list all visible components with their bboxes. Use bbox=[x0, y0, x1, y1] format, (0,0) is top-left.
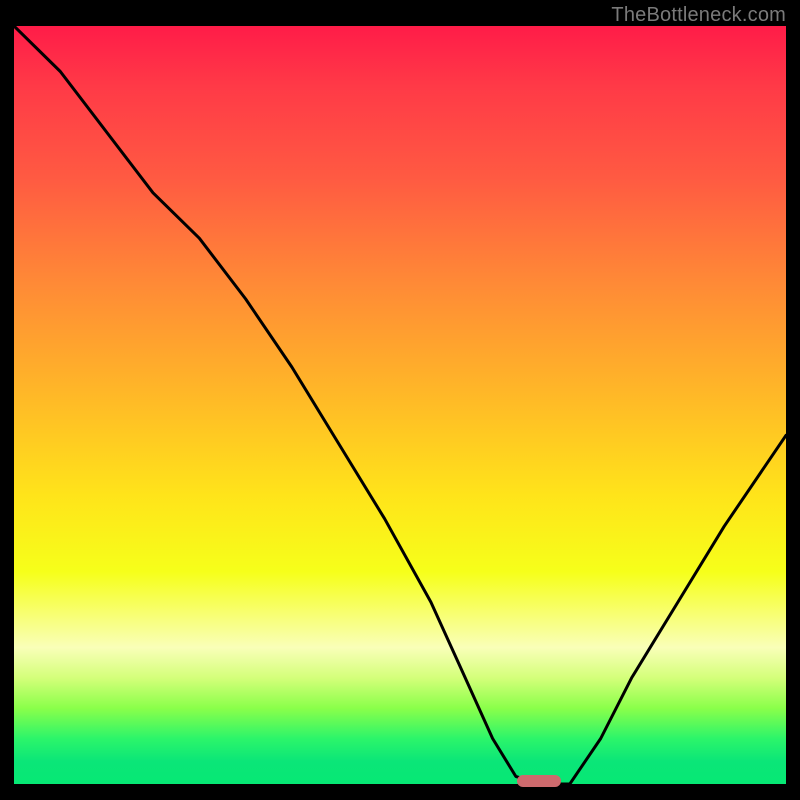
watermark-text: TheBottleneck.com bbox=[611, 4, 786, 27]
gradient-plot-area bbox=[14, 26, 786, 784]
chart-frame: TheBottleneck.com bbox=[0, 0, 800, 800]
